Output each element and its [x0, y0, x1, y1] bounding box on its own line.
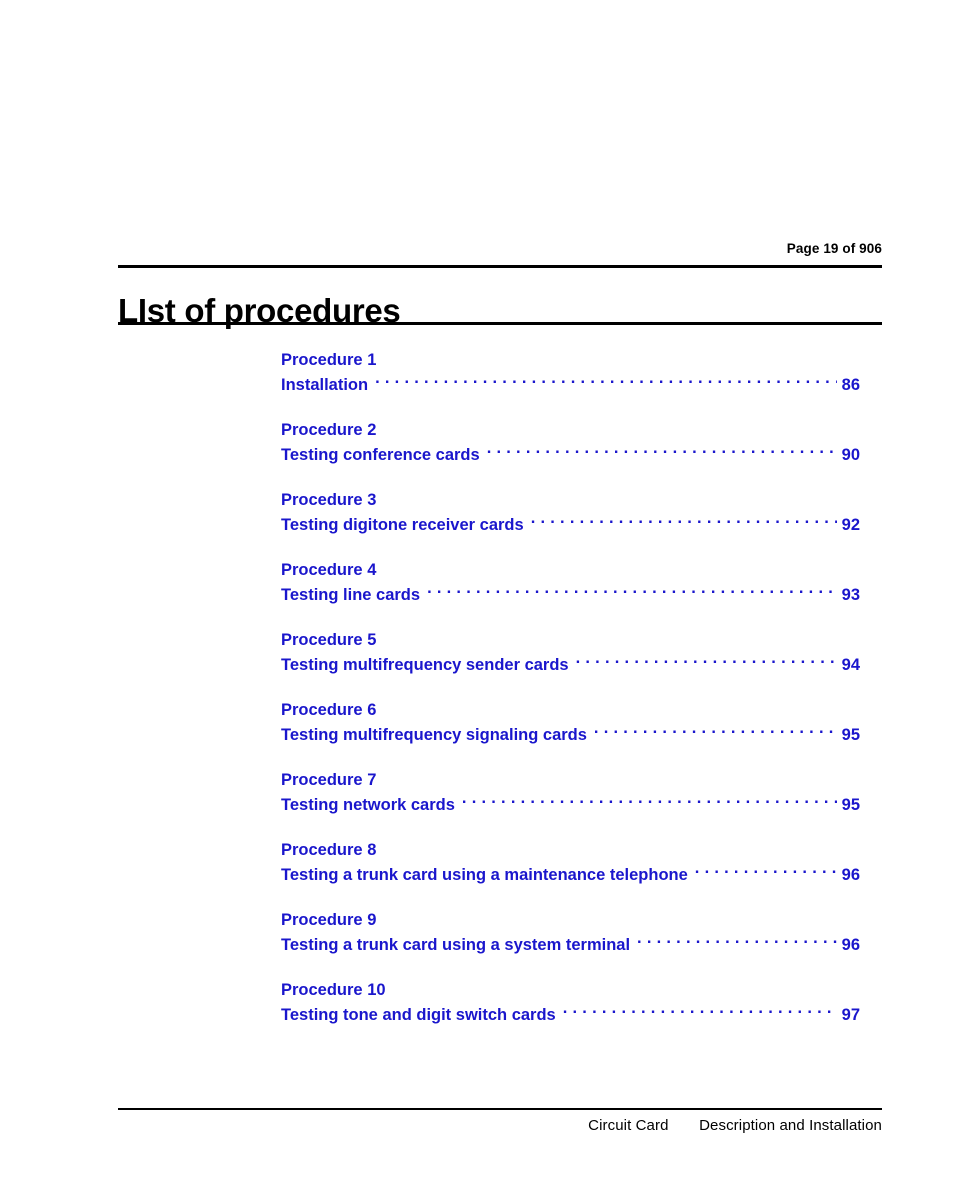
procedure-entry[interactable]: Procedure 10 Testing tone and digit switc…: [281, 979, 860, 1027]
procedure-title-row[interactable]: Testing conference cards 90: [281, 442, 860, 467]
procedure-page-number: 86: [841, 376, 860, 394]
procedure-title-row[interactable]: Testing a trunk card using a maintenance…: [281, 862, 860, 887]
procedure-title-row[interactable]: Installation 86: [281, 372, 860, 397]
procedure-number-label: Procedure 6: [281, 701, 377, 719]
procedure-page-number: 92: [841, 516, 860, 534]
procedure-title-row[interactable]: Testing network cards 95: [281, 792, 860, 817]
procedure-page-number: 95: [841, 796, 860, 814]
procedure-title-label: Testing network cards: [281, 796, 455, 814]
procedure-title-row[interactable]: Testing line cards 93: [281, 582, 860, 607]
procedure-number-label: Procedure 4: [281, 561, 377, 579]
procedure-entry[interactable]: Procedure 4 Testing line cards 93: [281, 559, 860, 607]
procedure-number-label: Procedure 9: [281, 911, 377, 929]
procedure-entry[interactable]: Procedure 2 Testing conference cards 90: [281, 419, 860, 467]
procedure-title-label: Testing tone and digit switch cards: [281, 1006, 556, 1024]
procedure-entry[interactable]: Procedure 6 Testing multifrequency signal…: [281, 699, 860, 747]
dot-leader: [462, 792, 837, 810]
dot-leader: [427, 582, 837, 600]
procedure-title-label: Testing multifrequency sender cards: [281, 656, 569, 674]
procedure-number-label: Procedure 10: [281, 981, 386, 999]
dot-leader: [594, 722, 837, 740]
procedure-page-number: 95: [841, 726, 860, 744]
procedure-list: Procedure 1 Installation 86 Procedure 2 Test…: [281, 349, 860, 1027]
procedure-number-label: Procedure 1: [281, 351, 377, 369]
procedure-title-row[interactable]: Testing tone and digit switch cards 97: [281, 1002, 860, 1027]
procedure-page-number: 90: [841, 446, 860, 464]
header-rule-top: [118, 265, 882, 268]
procedure-title-row[interactable]: Testing multifrequency signaling cards 95: [281, 722, 860, 747]
procedure-title-label: Installation: [281, 376, 369, 394]
procedure-page-number: 96: [841, 936, 860, 954]
procedure-entry[interactable]: Procedure 7 Testing network cards 95: [281, 769, 860, 817]
dot-leader: [576, 652, 837, 670]
procedure-number-label: Procedure 2: [281, 421, 377, 439]
header-rule-bottom: [118, 322, 882, 325]
page-footer: Circuit Card Description and Installatio…: [118, 1117, 882, 1134]
dot-leader: [637, 932, 837, 950]
procedure-entry[interactable]: Procedure 8 Testing a trunk card using a …: [281, 839, 860, 887]
procedure-number-label: Procedure 8: [281, 841, 377, 859]
procedure-page-number: 97: [841, 1006, 860, 1024]
procedure-title-label: Testing line cards: [281, 586, 421, 604]
document-page: Page 19 of 906 LIst of procedures Proced…: [0, 0, 954, 1202]
dot-leader: [563, 1002, 837, 1020]
procedure-title-row[interactable]: Testing multifrequency sender cards 94: [281, 652, 860, 677]
procedure-title-label: Testing a trunk card using a maintenance…: [281, 866, 688, 884]
procedure-page-number: 93: [841, 586, 860, 604]
procedure-entry[interactable]: Procedure 1 Installation 86: [281, 349, 860, 397]
footer-rule: [118, 1108, 882, 1110]
procedure-title-label: Testing conference cards: [281, 446, 480, 464]
procedure-number-label: Procedure 3: [281, 491, 377, 509]
procedure-title-row[interactable]: Testing a trunk card using a system term…: [281, 932, 860, 957]
procedure-entry[interactable]: Procedure 9 Testing a trunk card using a …: [281, 909, 860, 957]
procedure-page-number: 94: [841, 656, 860, 674]
procedure-entry[interactable]: Procedure 3 Testing digitone receiver car…: [281, 489, 860, 537]
procedure-entry[interactable]: Procedure 5 Testing multifrequency sender…: [281, 629, 860, 677]
dot-leader: [375, 372, 837, 390]
dot-leader: [695, 862, 837, 880]
procedure-title-label: Testing multifrequency signaling cards: [281, 726, 587, 744]
procedure-title-label: Testing digitone receiver cards: [281, 516, 524, 534]
footer-left-label: Circuit Card: [588, 1117, 669, 1134]
dot-leader: [487, 442, 837, 460]
page-number-header: Page 19 of 906: [786, 241, 882, 256]
procedure-page-number: 96: [841, 866, 860, 884]
dot-leader: [531, 512, 837, 530]
procedure-number-label: Procedure 5: [281, 631, 377, 649]
procedure-title-label: Testing a trunk card using a system term…: [281, 936, 631, 954]
procedure-title-row[interactable]: Testing digitone receiver cards 92: [281, 512, 860, 537]
procedure-number-label: Procedure 7: [281, 771, 377, 789]
footer-right-label: Description and Installation: [699, 1117, 882, 1134]
